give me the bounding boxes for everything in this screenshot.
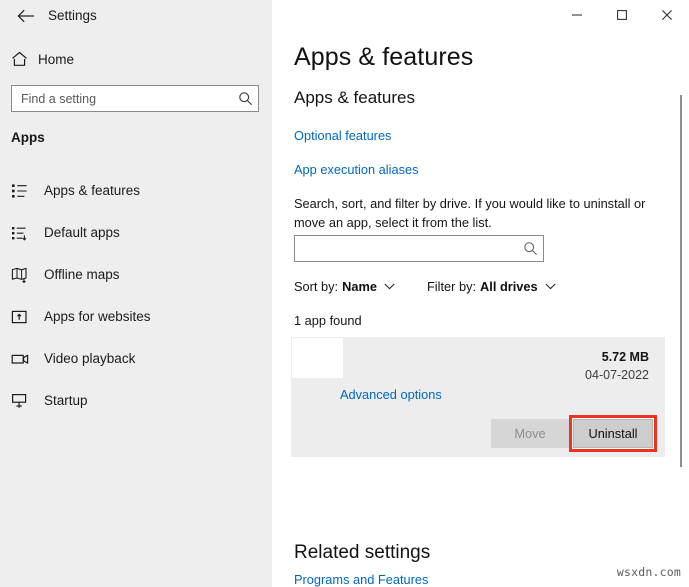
- sort-by-label: Sort by:: [294, 279, 338, 294]
- list-bullets-icon: [11, 183, 44, 199]
- app-size-label: 5.72 MB: [602, 350, 649, 364]
- sidebar-item-label: Apps for websites: [44, 309, 151, 324]
- video-camera-icon: [11, 351, 44, 367]
- sidebar-item-label: Apps & features: [44, 183, 140, 198]
- close-button[interactable]: [644, 0, 689, 30]
- map-download-icon: [11, 267, 44, 283]
- sidebar-nav-list: Apps & features Default apps: [0, 176, 272, 428]
- sidebar-item-label: Default apps: [44, 225, 120, 240]
- app-icon: [292, 338, 343, 378]
- filter-by-dropdown[interactable]: Filter by: All drives: [427, 279, 556, 294]
- app-count-text: 1 app found: [294, 313, 362, 328]
- search-icon[interactable]: [517, 241, 543, 256]
- sidebar-category-heading: Apps: [11, 130, 45, 145]
- scrollbar-thumb[interactable]: [680, 95, 682, 467]
- sidebar-item-startup[interactable]: Startup: [0, 386, 272, 415]
- filter-row: Sort by: Name Filter by: All drives: [294, 279, 556, 294]
- related-settings-title: Related settings: [294, 542, 430, 564]
- sort-by-dropdown[interactable]: Sort by: Name: [294, 279, 395, 294]
- vertical-scrollbar[interactable]: [677, 32, 686, 587]
- search-icon[interactable]: [232, 91, 258, 106]
- section-title: Apps & features: [294, 88, 415, 108]
- programs-and-features-link[interactable]: Programs and Features: [294, 572, 428, 587]
- filter-by-label: Filter by:: [427, 279, 476, 294]
- sidebar: Settings Home Apps: [0, 0, 272, 587]
- find-a-setting-input[interactable]: [12, 86, 232, 111]
- sidebar-item-apps-for-websites[interactable]: Apps for websites: [0, 302, 272, 331]
- app-search-box[interactable]: [294, 235, 544, 262]
- sidebar-item-video-playback[interactable]: Video playback: [0, 344, 272, 373]
- sidebar-item-label: Video playback: [44, 351, 135, 366]
- app-execution-aliases-link[interactable]: App execution aliases: [294, 162, 419, 177]
- filter-by-value: All drives: [480, 279, 538, 294]
- sidebar-item-apps-features[interactable]: Apps & features: [0, 176, 272, 205]
- app-list-item[interactable]: 5.72 MB 04-07-2022 Advanced options Move…: [291, 337, 665, 457]
- watermark: wsxdn.com: [617, 565, 681, 579]
- list-arrow-icon: [11, 225, 44, 241]
- back-arrow-icon[interactable]: [12, 2, 40, 30]
- sidebar-item-offline-maps[interactable]: Offline maps: [0, 260, 272, 289]
- move-button: Move: [491, 419, 569, 448]
- window-arrow-icon: [11, 309, 44, 325]
- sidebar-item-home[interactable]: Home: [0, 44, 260, 74]
- home-icon: [0, 51, 38, 67]
- maximize-button[interactable]: [599, 0, 644, 30]
- uninstall-button[interactable]: Uninstall: [573, 419, 653, 448]
- page-title: Apps & features: [294, 43, 473, 72]
- settings-title: Settings: [48, 2, 97, 30]
- minimize-button[interactable]: [554, 0, 599, 30]
- chevron-down-icon: [384, 283, 395, 290]
- uninstall-button-highlight: Uninstall: [569, 415, 657, 452]
- app-install-date-label: 04-07-2022: [585, 368, 649, 382]
- advanced-options-link[interactable]: Advanced options: [340, 387, 442, 402]
- window-controls: [554, 0, 689, 30]
- app-search-input[interactable]: [295, 236, 517, 261]
- description-text: Search, sort, and filter by drive. If yo…: [294, 194, 669, 232]
- sidebar-item-home-label: Home: [38, 52, 74, 67]
- sidebar-item-label: Startup: [44, 393, 88, 408]
- optional-features-link[interactable]: Optional features: [294, 128, 391, 143]
- sidebar-item-label: Offline maps: [44, 267, 120, 282]
- find-a-setting-box[interactable]: [11, 85, 259, 112]
- monitor-up-icon: [11, 393, 44, 409]
- window-titlebar-left: Settings: [0, 0, 272, 32]
- sidebar-item-default-apps[interactable]: Default apps: [0, 218, 272, 247]
- sort-by-value: Name: [342, 279, 377, 294]
- chevron-down-icon: [545, 283, 556, 290]
- main-content: Apps & features Apps & features Optional…: [272, 0, 689, 587]
